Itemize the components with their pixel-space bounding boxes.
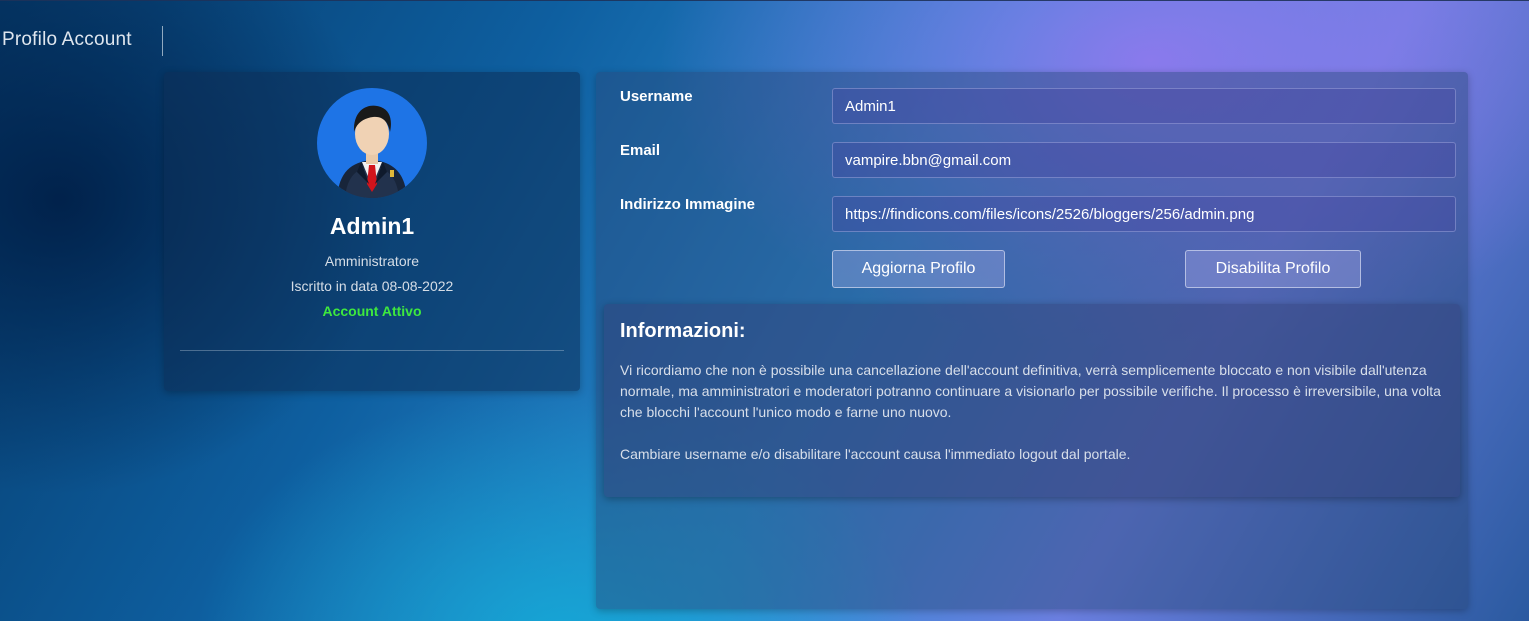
info-panel: Informazioni: Vi ricordiamo che non è po…: [604, 304, 1460, 497]
profile-name: Admin1: [329, 213, 415, 239]
info-paragraph-logout: Cambiare username e/o disabilitare l'acc…: [620, 446, 1131, 462]
info-title: Informazioni:: [620, 320, 746, 342]
page-title: Profilo Account: [2, 29, 132, 50]
update-profile-button[interactable]: Aggiorna Profilo: [832, 250, 1005, 288]
profile-divider: [180, 350, 564, 351]
email-label: Email: [620, 142, 661, 159]
top-border: [0, 0, 1529, 1]
profile-role: Amministratore: [324, 253, 420, 269]
businessman-avatar-icon: [317, 88, 427, 198]
info-paragraph-deletion: Vi ricordiamo che non è possibile una ca…: [620, 362, 1441, 420]
profile-join-date: Iscritto in data 08-08-2022: [290, 278, 454, 294]
disable-profile-button[interactable]: Disabilita Profilo: [1185, 250, 1361, 288]
username-label: Username: [620, 88, 693, 105]
profile-card: Admin1 Amministratore Iscritto in data 0…: [164, 72, 580, 391]
image-url-label: Indirizzo Immagine: [620, 196, 756, 213]
account-status-badge: Account Attivo: [322, 303, 422, 319]
image-url-input[interactable]: [832, 196, 1456, 232]
title-separator: [162, 26, 163, 56]
email-input[interactable]: [832, 142, 1456, 178]
profile-form-card: Username Email Indirizzo Immagine Aggior…: [596, 72, 1468, 609]
username-input[interactable]: [832, 88, 1456, 124]
